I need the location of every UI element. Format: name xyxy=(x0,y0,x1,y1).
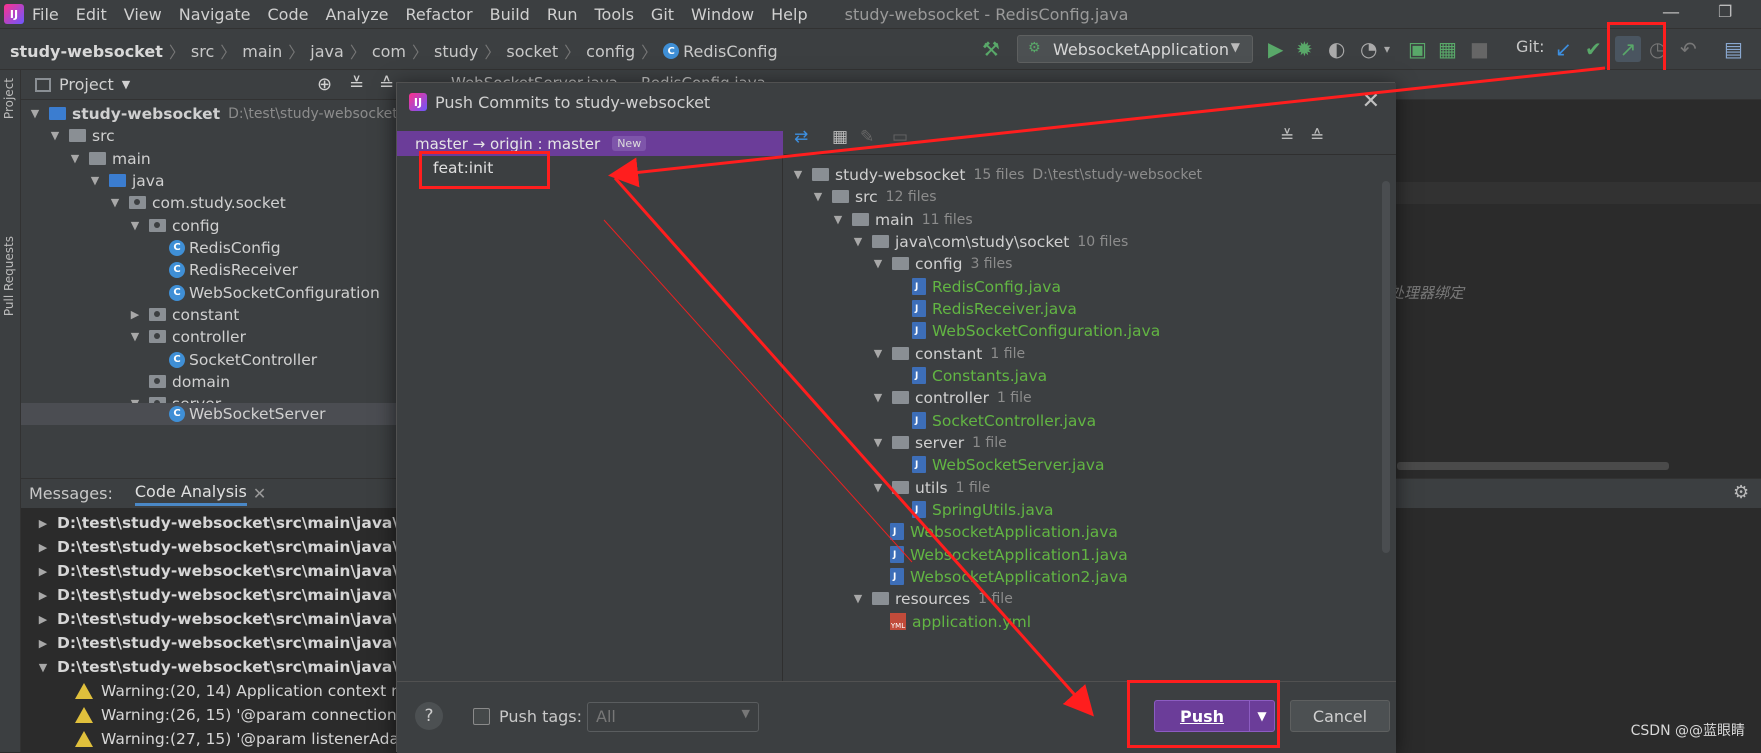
annotation-arrows xyxy=(603,66,1606,717)
arrow-commit-to-push xyxy=(613,177,1094,717)
arrow-push-to-commit xyxy=(608,66,1606,188)
arrow-thin-guide xyxy=(603,219,913,563)
watermark: CSDN @@蓝眼睛 xyxy=(1630,723,1745,739)
